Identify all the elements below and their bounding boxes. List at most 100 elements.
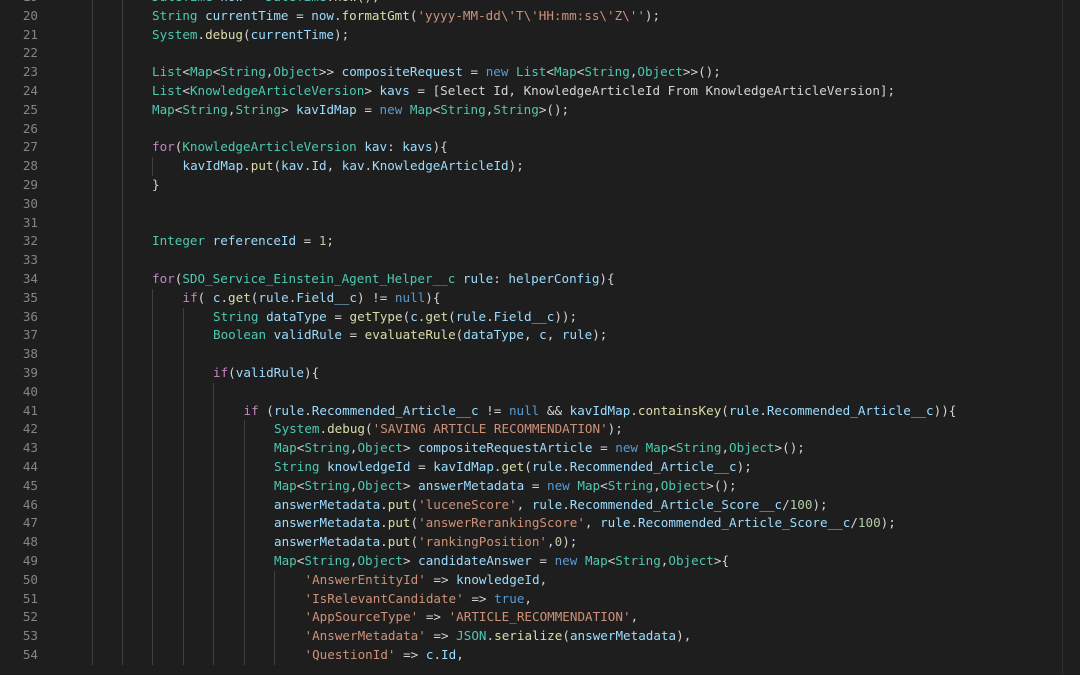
code-token: ); <box>592 327 608 343</box>
indent-guide <box>122 439 123 458</box>
code-line[interactable]: 28 kavIdMap.put(kav.Id, kav.KnowledgeArti… <box>0 157 1080 176</box>
code-text: String dataType = getType(c.get(rule.Fie… <box>213 308 577 327</box>
code-line[interactable]: 53 'AnswerMetadata' => JSON.serialize(ans… <box>0 627 1080 646</box>
code-line[interactable]: 19DateTime now = DateTime.now(); <box>0 0 1080 7</box>
indent-guide <box>92 382 93 402</box>
code-token: Recommended_Article_Score__c <box>569 496 783 512</box>
code-line[interactable]: 40 <box>0 382 1080 402</box>
code-token: Object <box>729 440 775 456</box>
code-line[interactable]: 44 String knowledgeId = kavIdMap.get(rule… <box>0 457 1080 477</box>
code-token: ); <box>607 421 623 437</box>
code-token: c <box>539 327 547 343</box>
code-line[interactable]: 35 if( c.get(rule.Field__c) != null){ <box>0 288 1080 308</box>
code-line[interactable]: 30 <box>0 194 1080 214</box>
indent-guide <box>92 420 93 440</box>
indent-guide <box>152 627 153 646</box>
line-number: 28 <box>22 158 38 174</box>
code-line[interactable]: 43 Map<String,Object> compositeRequestArt… <box>0 439 1080 458</box>
indent-guide <box>122 6 123 26</box>
indent-guide <box>122 514 123 534</box>
indent-guide <box>182 514 184 534</box>
code-token: Object <box>357 477 403 493</box>
code-token: String <box>304 440 350 456</box>
code-token: compositeRequestArticle <box>418 440 593 456</box>
code-token: get <box>425 308 449 324</box>
code-line[interactable]: 52 'AppSourceType' => 'ARTICLE_RECOMMENDA… <box>0 608 1080 628</box>
code-line[interactable]: 54 'QuestionId' => c.Id, <box>0 645 1080 665</box>
code-token: rule <box>531 496 563 512</box>
indent-guide <box>92 100 93 120</box>
indent-guide <box>122 81 123 101</box>
indent-guide <box>122 589 123 609</box>
code-line[interactable]: 37 Boolean validRule = evaluateRule(dataT… <box>0 326 1080 346</box>
code-token: put <box>387 534 411 550</box>
code-line[interactable]: 50 'AnswerEntityId' => knowledgeId, <box>0 570 1080 590</box>
code-token: >(); <box>706 477 737 493</box>
indent-guide <box>152 345 153 364</box>
code-line[interactable]: 20 String currentTime = now.formatGmt('yy… <box>0 6 1080 26</box>
code-token: < <box>182 64 190 80</box>
code-line[interactable]: 26 <box>0 119 1080 139</box>
indent-guide <box>243 608 245 628</box>
code-token: . <box>243 158 251 174</box>
code-editor[interactable]: 19DateTime now = DateTime.now();20String… <box>0 0 1080 675</box>
code-token: Map <box>584 552 608 568</box>
code-token: . <box>630 515 639 531</box>
code-line[interactable]: 33 <box>0 251 1080 270</box>
indent-guide <box>122 401 123 421</box>
code-token: 'ARTICLE_RECOMMENDATION' <box>448 609 631 625</box>
indent-guide <box>152 608 153 628</box>
code-token: put <box>387 515 411 531</box>
code-text: kavIdMap.put(kav.Id, kav.KnowledgeArticl… <box>183 157 524 176</box>
code-line[interactable]: 42 System.debug('SAVING ARTICLE RECOMMEND… <box>0 420 1080 440</box>
vertical-scrollbar[interactable] <box>1068 0 1080 675</box>
code-line[interactable]: 38 <box>0 345 1080 364</box>
code-token: knowledgeId <box>456 571 540 587</box>
code-line[interactable]: 21 System.debug(currentTime); <box>0 25 1080 45</box>
indent-guide <box>92 533 93 552</box>
code-line[interactable]: 36 String dataType = getType(c.get(rule.F… <box>0 307 1080 327</box>
code-line[interactable]: 23 List<Map<String,Object>> compositeRequ… <box>0 63 1080 82</box>
code-line[interactable]: 34 for(SDO_Service_Einstein_Agent_Helper_… <box>0 269 1080 289</box>
code-token: = <box>462 64 486 80</box>
indent-guide <box>182 382 184 402</box>
code-line[interactable]: 48 answerMetadata.put('rankingPosition',0… <box>0 533 1080 552</box>
code-line[interactable]: 51 'IsRelevantCandidate' => true, <box>0 589 1080 609</box>
indent-guide <box>213 645 214 665</box>
indent-guide <box>243 551 245 571</box>
code-token: . <box>630 402 638 418</box>
code-token: true <box>494 590 525 606</box>
code-line[interactable]: 29} <box>0 175 1080 195</box>
line-number: 26 <box>22 120 38 136</box>
code-line[interactable]: 39 if(validRule){ <box>0 363 1080 383</box>
code-token: new <box>547 477 570 493</box>
code-line[interactable]: 25 Map<String,String> kavIdMap = new Map<… <box>0 100 1080 120</box>
code-line[interactable]: 22 <box>0 44 1080 64</box>
indent-guide <box>92 627 93 646</box>
code-token: validRule <box>235 364 305 380</box>
indent-guide <box>92 570 93 590</box>
code-line[interactable]: 32 Integer referenceId = 1; <box>0 232 1080 252</box>
code-line[interactable]: 49 Map<String,Object> candidateAnswer = n… <box>0 551 1080 571</box>
code-token: kavs <box>379 82 410 98</box>
code-token: , <box>456 646 464 662</box>
code-line[interactable]: 45 Map<String,Object> answerMetadata = ne… <box>0 476 1080 496</box>
indent-guide <box>213 401 214 421</box>
code-text: 'QuestionId' => c.Id, <box>305 646 464 665</box>
line-number: 35 <box>22 289 38 305</box>
code-line[interactable]: 31 <box>0 213 1080 233</box>
indent-guide <box>182 533 184 552</box>
indent-guide <box>152 401 153 421</box>
code-line[interactable]: 46 answerMetadata.put('luceneScore', rule… <box>0 495 1080 515</box>
code-line[interactable]: 24 List<KnowledgeArticleVersion> kavs = [… <box>0 81 1080 101</box>
code-line[interactable]: 41 if (rule.Recommended_Article__c != nul… <box>0 401 1080 421</box>
code-token: dataType <box>266 308 327 324</box>
code-line[interactable]: 27 for(KnowledgeArticleVersion kav: kavs)… <box>0 138 1080 158</box>
code-line[interactable]: 47 answerMetadata.put('answerRerankingSco… <box>0 514 1080 534</box>
code-text: 'AnswerEntityId' => knowledgeId, <box>305 571 548 590</box>
code-token: ( <box>524 458 532 474</box>
code-token: rule <box>600 515 631 531</box>
code-token: DateTime <box>266 0 327 4</box>
